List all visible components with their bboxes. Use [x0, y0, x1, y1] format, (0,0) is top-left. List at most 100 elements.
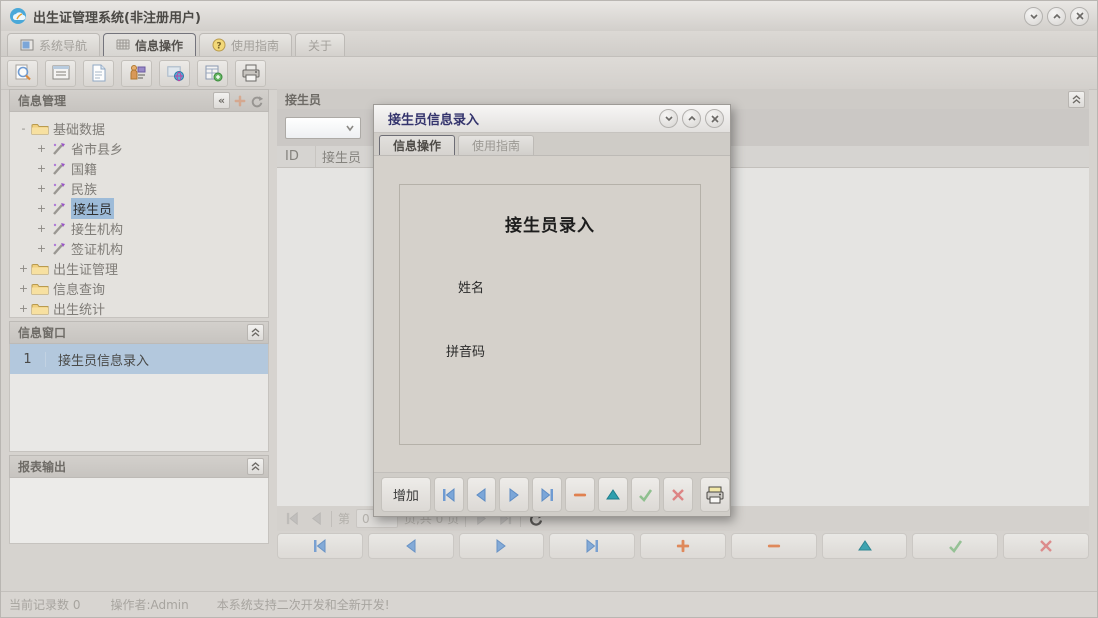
window-title: 出生证管理系统(非注册用户): [33, 7, 201, 26]
column-header-id[interactable]: ID: [277, 149, 315, 164]
record-confirm-button[interactable]: [912, 533, 998, 559]
add-icon: [675, 538, 691, 554]
midwife-filter-combobox[interactable]: [285, 117, 361, 139]
sidebar-item-midwife[interactable]: + 接生员: [10, 198, 268, 218]
form-view-button[interactable]: [45, 60, 76, 87]
tab-label: 信息操作: [135, 37, 183, 54]
expander[interactable]: +: [36, 242, 47, 255]
pinyin-field-label: 拼音码: [446, 341, 485, 360]
dialog-title-bar[interactable]: 接生员信息录入: [374, 105, 730, 133]
pager-page-label: 第: [338, 510, 350, 527]
dialog-add-button[interactable]: 增加: [381, 477, 431, 512]
dialog-restore-button[interactable]: [682, 109, 701, 128]
dialog-first-button[interactable]: [434, 477, 464, 512]
operator-report-button[interactable]: [121, 60, 152, 87]
first-icon: [441, 487, 457, 503]
export-table-button[interactable]: [197, 60, 228, 87]
search-button[interactable]: [7, 60, 38, 87]
sidebar-item-birth-statistics[interactable]: + 出生统计: [10, 298, 268, 318]
chevron-down-icon: [344, 123, 356, 133]
midwife-entry-dialog: 接生员信息录入 信息操作 使用指南 接生员录入 姓名 拼音码 增加: [373, 104, 731, 517]
status-bar: 当前记录数 0 操作者:Admin 本系统支持二次开发和全新开发!: [1, 591, 1097, 617]
dialog-last-button[interactable]: [532, 477, 562, 512]
dialog-prev-button[interactable]: [467, 477, 497, 512]
record-cancel-button[interactable]: [1003, 533, 1089, 559]
sidebar-item-ethnicity[interactable]: + 民族: [10, 178, 268, 198]
folder-icon: [31, 261, 49, 276]
info-window-panel: 信息窗口 1 接生员信息录入: [9, 321, 269, 452]
preview-button[interactable]: [159, 60, 190, 87]
window-minimize-button[interactable]: [1024, 7, 1043, 26]
next-icon: [493, 538, 509, 554]
dialog-edit-button[interactable]: [598, 477, 628, 512]
expander[interactable]: +: [18, 282, 29, 295]
svg-text:?: ?: [216, 42, 221, 52]
expander[interactable]: +: [36, 222, 47, 235]
expander[interactable]: +: [36, 182, 47, 195]
sidebar-item-province-city-county[interactable]: + 省市县乡: [10, 138, 268, 158]
record-first-button[interactable]: [277, 533, 363, 559]
collapse-info-window-button[interactable]: [247, 324, 264, 341]
sidebar-item-basic-data[interactable]: - 基础数据: [10, 118, 268, 138]
record-delete-button[interactable]: [731, 533, 817, 559]
expander[interactable]: +: [36, 162, 47, 175]
record-last-button[interactable]: [549, 533, 635, 559]
collapse-sidebar-button[interactable]: «: [213, 92, 230, 109]
column-header-midwife[interactable]: 接生员: [315, 146, 361, 167]
printer-icon: [241, 63, 261, 83]
tab-system-navigation[interactable]: 系统导航: [7, 33, 100, 56]
row-label: 接生员信息录入: [46, 350, 149, 369]
expander[interactable]: +: [18, 302, 29, 315]
dialog-next-button[interactable]: [499, 477, 529, 512]
dialog-tab-label: 信息操作: [393, 137, 441, 154]
dialog-cancel-button[interactable]: [663, 477, 693, 512]
last-icon: [584, 538, 600, 554]
name-field-label: 姓名: [458, 277, 484, 296]
expander[interactable]: -: [18, 122, 29, 135]
delete-icon: [572, 487, 588, 503]
record-add-button[interactable]: [640, 533, 726, 559]
pager-first-button[interactable]: [283, 510, 301, 528]
dialog-print-button[interactable]: [700, 477, 730, 512]
dialog-close-button[interactable]: [705, 109, 724, 128]
dialog-tab-label: 使用指南: [472, 137, 520, 154]
pager-prev-button[interactable]: [307, 510, 325, 528]
dialog-tab-information-operation[interactable]: 信息操作: [379, 135, 455, 155]
document-button[interactable]: [83, 60, 114, 87]
expander[interactable]: +: [36, 202, 47, 215]
sidebar-item-visa-institution[interactable]: + 签证机构: [10, 238, 268, 258]
window-close-button[interactable]: [1070, 7, 1089, 26]
prev-icon: [403, 538, 419, 554]
collapse-report-button[interactable]: [247, 458, 264, 475]
tab-label: 关于: [308, 37, 332, 54]
sidebar-item-birth-cert-management[interactable]: + 出生证管理: [10, 258, 268, 278]
record-next-button[interactable]: [459, 533, 545, 559]
tab-about[interactable]: 关于: [295, 33, 345, 56]
expander[interactable]: +: [18, 262, 29, 275]
sidebar-item-nationality[interactable]: + 国籍: [10, 158, 268, 178]
record-edit-button[interactable]: [822, 533, 908, 559]
expander[interactable]: +: [36, 142, 47, 155]
print-button[interactable]: [235, 60, 266, 87]
monitor-globe-icon: [165, 63, 185, 83]
tab-user-guide[interactable]: ? 使用指南: [199, 33, 292, 56]
info-management-title: 信息管理: [18, 92, 66, 109]
dialog-delete-button[interactable]: [565, 477, 595, 512]
sidebar-item-info-query[interactable]: + 信息查询: [10, 278, 268, 298]
sidebar-item-delivery-institution[interactable]: + 接生机构: [10, 218, 268, 238]
dialog-confirm-button[interactable]: [631, 477, 661, 512]
tree-label: 出生证管理: [53, 259, 118, 278]
tool-icon: [49, 181, 67, 196]
row-number: 1: [10, 352, 46, 367]
dialog-minimize-button[interactable]: [659, 109, 678, 128]
tool-icon: [49, 141, 67, 156]
record-prev-button[interactable]: [368, 533, 454, 559]
collapse-main-panel-button[interactable]: [1068, 91, 1085, 108]
dialog-tab-user-guide[interactable]: 使用指南: [458, 135, 534, 155]
window-restore-button[interactable]: [1047, 7, 1066, 26]
refresh-ghost-icon: [250, 94, 264, 108]
navigation-icon: [20, 39, 34, 51]
tab-information-operation[interactable]: 信息操作: [103, 33, 196, 56]
delete-icon: [766, 538, 782, 554]
info-window-row-midwife-entry[interactable]: 1 接生员信息录入: [10, 344, 268, 374]
